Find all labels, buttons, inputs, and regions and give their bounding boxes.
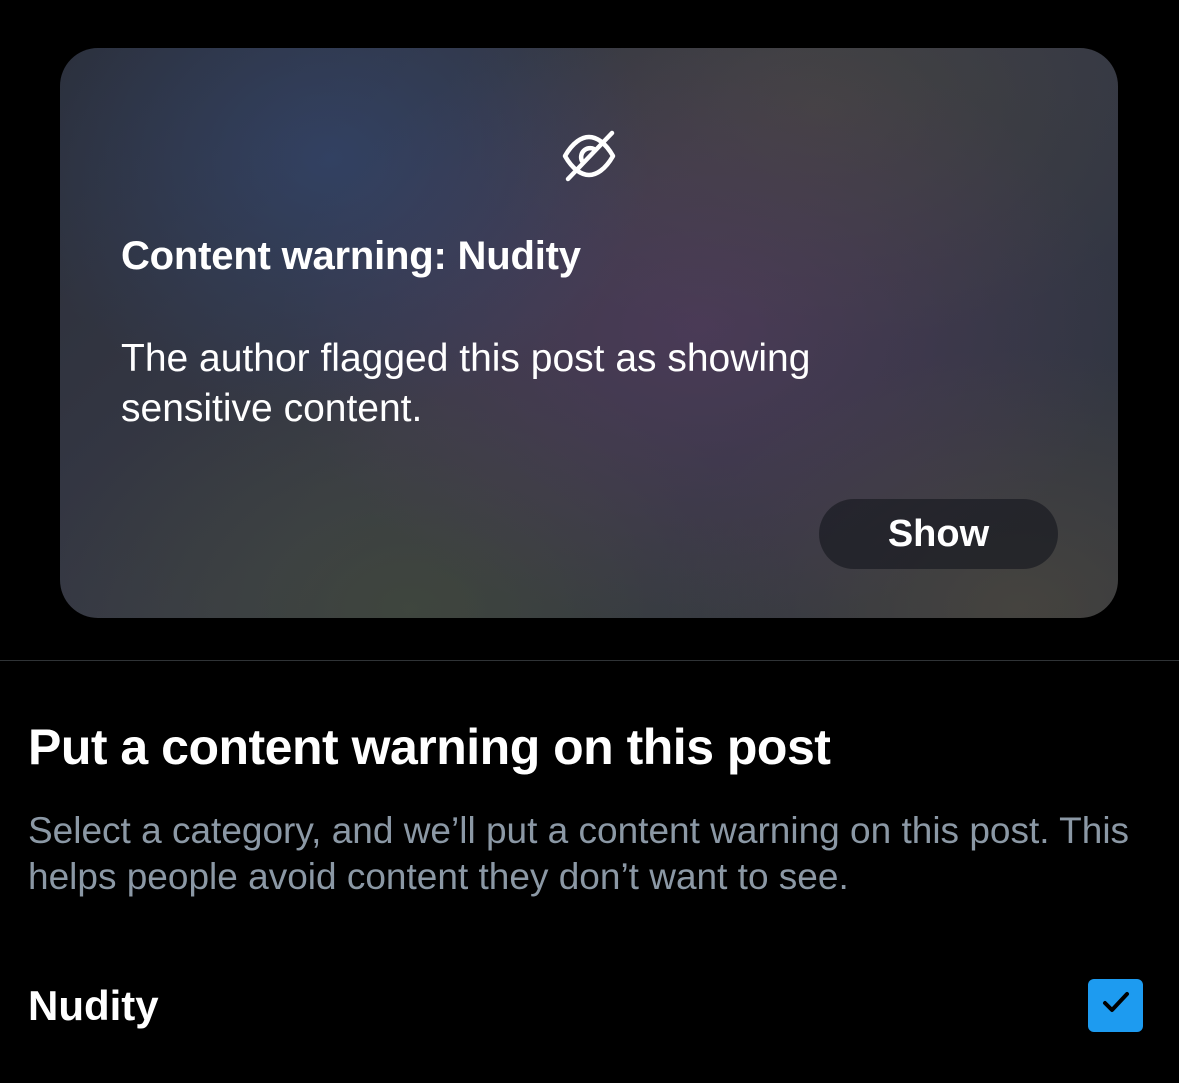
divider (0, 660, 1179, 661)
option-label: Nudity (28, 982, 159, 1029)
option-row-nudity[interactable]: Nudity (0, 960, 1179, 1054)
nudity-checkbox[interactable] (1088, 979, 1143, 1032)
section-heading: Put a content warning on this post (28, 719, 831, 775)
content-warning-description: The author flagged this post as showing … (121, 337, 811, 430)
content-warning-card: Content warning: Nudity The author flagg… (60, 48, 1118, 618)
content-warning-screen: Content warning: Nudity The author flagg… (0, 0, 1179, 1083)
checkmark-icon (1101, 990, 1131, 1021)
show-button[interactable]: Show (819, 499, 1058, 569)
section-description: Select a category, and we’ll put a conte… (28, 810, 1130, 897)
eye-slash-icon (560, 130, 618, 182)
content-warning-title: Content warning: Nudity (121, 234, 581, 278)
